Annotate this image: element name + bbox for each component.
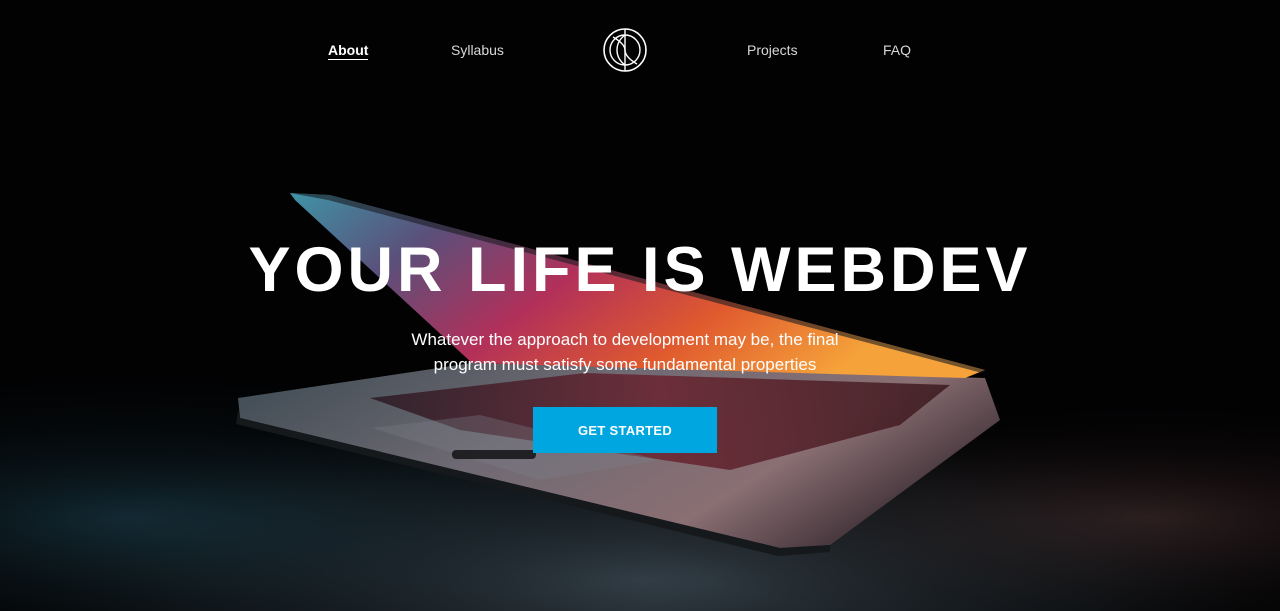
nav-link-about[interactable]: About <box>328 42 369 60</box>
nav-link-syllabus[interactable]: Syllabus <box>451 42 504 58</box>
get-started-button[interactable]: GET STARTED <box>533 407 717 453</box>
hero-section: About Syllabus Projects FAQ YOUR LIFE IS… <box>0 0 1280 611</box>
top-navigation: About Syllabus Projects FAQ <box>0 0 1280 100</box>
hero-subtitle: Whatever the approach to development may… <box>411 330 839 374</box>
nav-link-projects[interactable]: Projects <box>747 42 798 58</box>
hero-headline: YOUR LIFE IS WEBDEV <box>248 235 1032 305</box>
globe-icon[interactable] <box>602 27 648 73</box>
nav-link-faq[interactable]: FAQ <box>883 42 911 58</box>
